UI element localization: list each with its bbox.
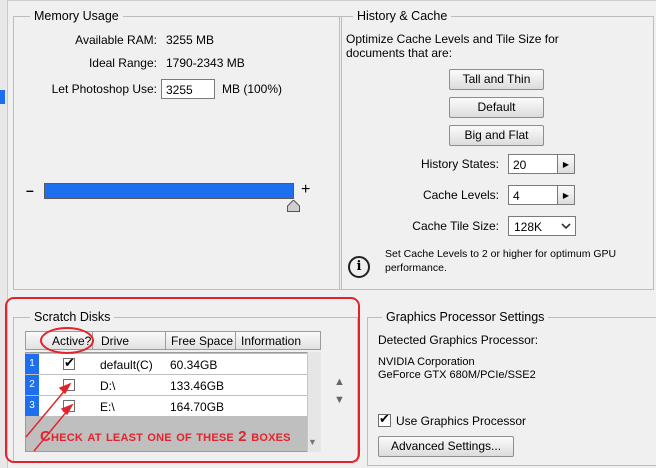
use-gpu-checkbox[interactable]	[378, 411, 391, 427]
detected-gpu-label: Detected Graphics Processor:	[378, 333, 539, 347]
annotation-text: Check at least one of these 2 boxes	[40, 428, 291, 445]
gpu-vendor: NVIDIA Corporation	[378, 356, 475, 368]
gpu-model: GeForce GTX 680M/PCIe/SSE2	[378, 369, 536, 381]
advanced-settings-button[interactable]: Advanced Settings...	[378, 436, 514, 457]
gpu-settings-title: Graphics Processor Settings	[382, 310, 549, 324]
use-gpu-label: Use Graphics Processor	[396, 414, 527, 428]
